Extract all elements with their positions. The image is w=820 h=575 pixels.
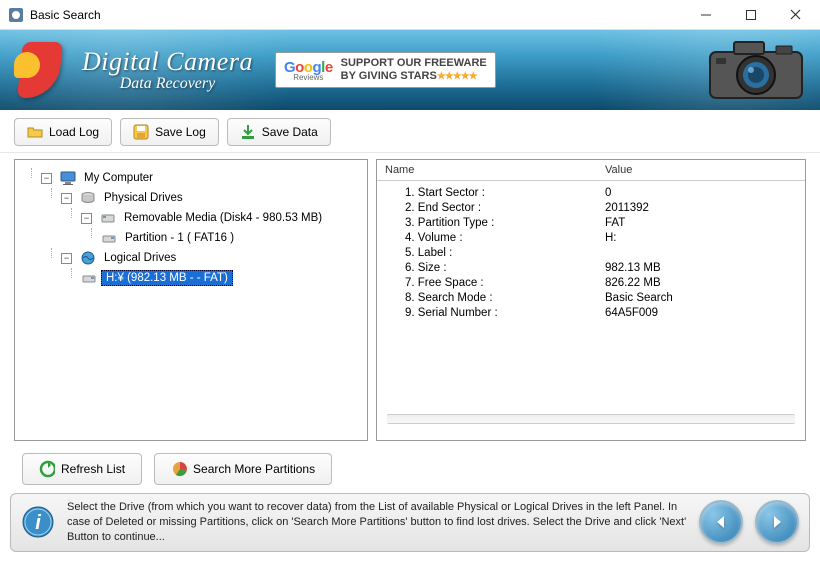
collapse-icon[interactable]: −: [81, 213, 92, 224]
detail-row: 3. Partition Type :FAT: [385, 215, 797, 230]
detail-row: 1. Start Sector :0: [385, 185, 797, 200]
partition-icon: [101, 230, 117, 246]
folder-open-icon: [27, 124, 43, 140]
header-banner: Digital Camera Data Recovery Google Revi…: [0, 30, 820, 110]
toolbar: Load Log Save Log Save Data: [0, 110, 820, 153]
detail-row: 8. Search Mode :Basic Search: [385, 290, 797, 305]
tree-partition[interactable]: Partition - 1 ( FAT16 ): [101, 228, 361, 248]
app-icon: [8, 7, 24, 23]
stars-icon: ★★★★★: [437, 71, 477, 82]
tree-selected-drive[interactable]: H:¥ (982.13 MB - - FAT): [81, 268, 361, 288]
tree-root[interactable]: − My Computer: [41, 168, 361, 188]
download-icon: [240, 124, 256, 140]
detail-row: 4. Volume :H:: [385, 230, 797, 245]
save-log-button[interactable]: Save Log: [120, 118, 219, 146]
next-button[interactable]: [755, 500, 799, 544]
svg-text:i: i: [35, 512, 41, 534]
detail-row: 9. Serial Number :64A5F009: [385, 305, 797, 320]
drive-tree[interactable]: − My Computer − Physical Drives −: [21, 168, 361, 288]
load-log-button[interactable]: Load Log: [14, 118, 112, 146]
review-text: SUPPORT OUR FREEWARE BY GIVING STARS★★★★…: [341, 57, 487, 83]
details-header: Name Value: [377, 160, 805, 181]
footer-bar: i Select the Drive (from which you want …: [10, 493, 810, 552]
tree-logical-drives[interactable]: − Logical Drives: [61, 248, 361, 268]
window-title: Basic Search: [30, 8, 101, 22]
refresh-icon: [39, 461, 55, 477]
column-name[interactable]: Name: [385, 164, 605, 176]
tree-physical-drives[interactable]: − Physical Drives: [61, 188, 361, 208]
logical-drive-icon: [80, 250, 96, 266]
banner-title: Digital Camera: [82, 47, 253, 77]
bottom-toolbar: Refresh List Search More Partitions: [0, 441, 820, 493]
info-icon: i: [21, 505, 55, 539]
google-review-box[interactable]: Google Reviews SUPPORT OUR FREEWARE BY G…: [275, 52, 496, 88]
collapse-icon[interactable]: −: [61, 193, 72, 204]
minimize-button[interactable]: [683, 1, 728, 29]
save-data-button[interactable]: Save Data: [227, 118, 331, 146]
close-button[interactable]: [773, 1, 818, 29]
drive-tree-panel: − My Computer − Physical Drives −: [14, 159, 368, 441]
horizontal-scrollbar[interactable]: [387, 414, 795, 424]
app-logo: [14, 42, 70, 98]
detail-row: 5. Label :: [385, 245, 797, 260]
main-content: − My Computer − Physical Drives −: [0, 153, 820, 441]
titlebar: Basic Search: [0, 0, 820, 30]
volume-icon: [81, 270, 97, 286]
refresh-list-button[interactable]: Refresh List: [22, 453, 142, 485]
details-body: 1. Start Sector :0 2. End Sector :201139…: [377, 181, 805, 324]
pie-chart-icon: [171, 461, 187, 477]
collapse-icon[interactable]: −: [61, 253, 72, 264]
footer-help-text: Select the Drive (from which you want to…: [67, 500, 687, 545]
maximize-button[interactable]: [728, 1, 773, 29]
computer-icon: [60, 170, 76, 186]
removable-drive-icon: [100, 210, 116, 226]
collapse-icon[interactable]: −: [41, 173, 52, 184]
banner-subtitle: Data Recovery: [82, 75, 253, 93]
search-more-partitions-button[interactable]: Search More Partitions: [154, 453, 332, 485]
drive-icon: [80, 190, 96, 206]
detail-row: 2. End Sector :2011392: [385, 200, 797, 215]
save-disk-icon: [133, 124, 149, 140]
detail-row: 7. Free Space :826.22 MB: [385, 275, 797, 290]
camera-icon: [706, 38, 806, 102]
back-button[interactable]: [699, 500, 743, 544]
column-value[interactable]: Value: [605, 164, 632, 176]
tree-removable-media[interactable]: − Removable Media (Disk4 - 980.53 MB): [81, 208, 361, 228]
detail-row: 6. Size :982.13 MB: [385, 260, 797, 275]
details-panel: Name Value 1. Start Sector :0 2. End Sec…: [376, 159, 806, 441]
